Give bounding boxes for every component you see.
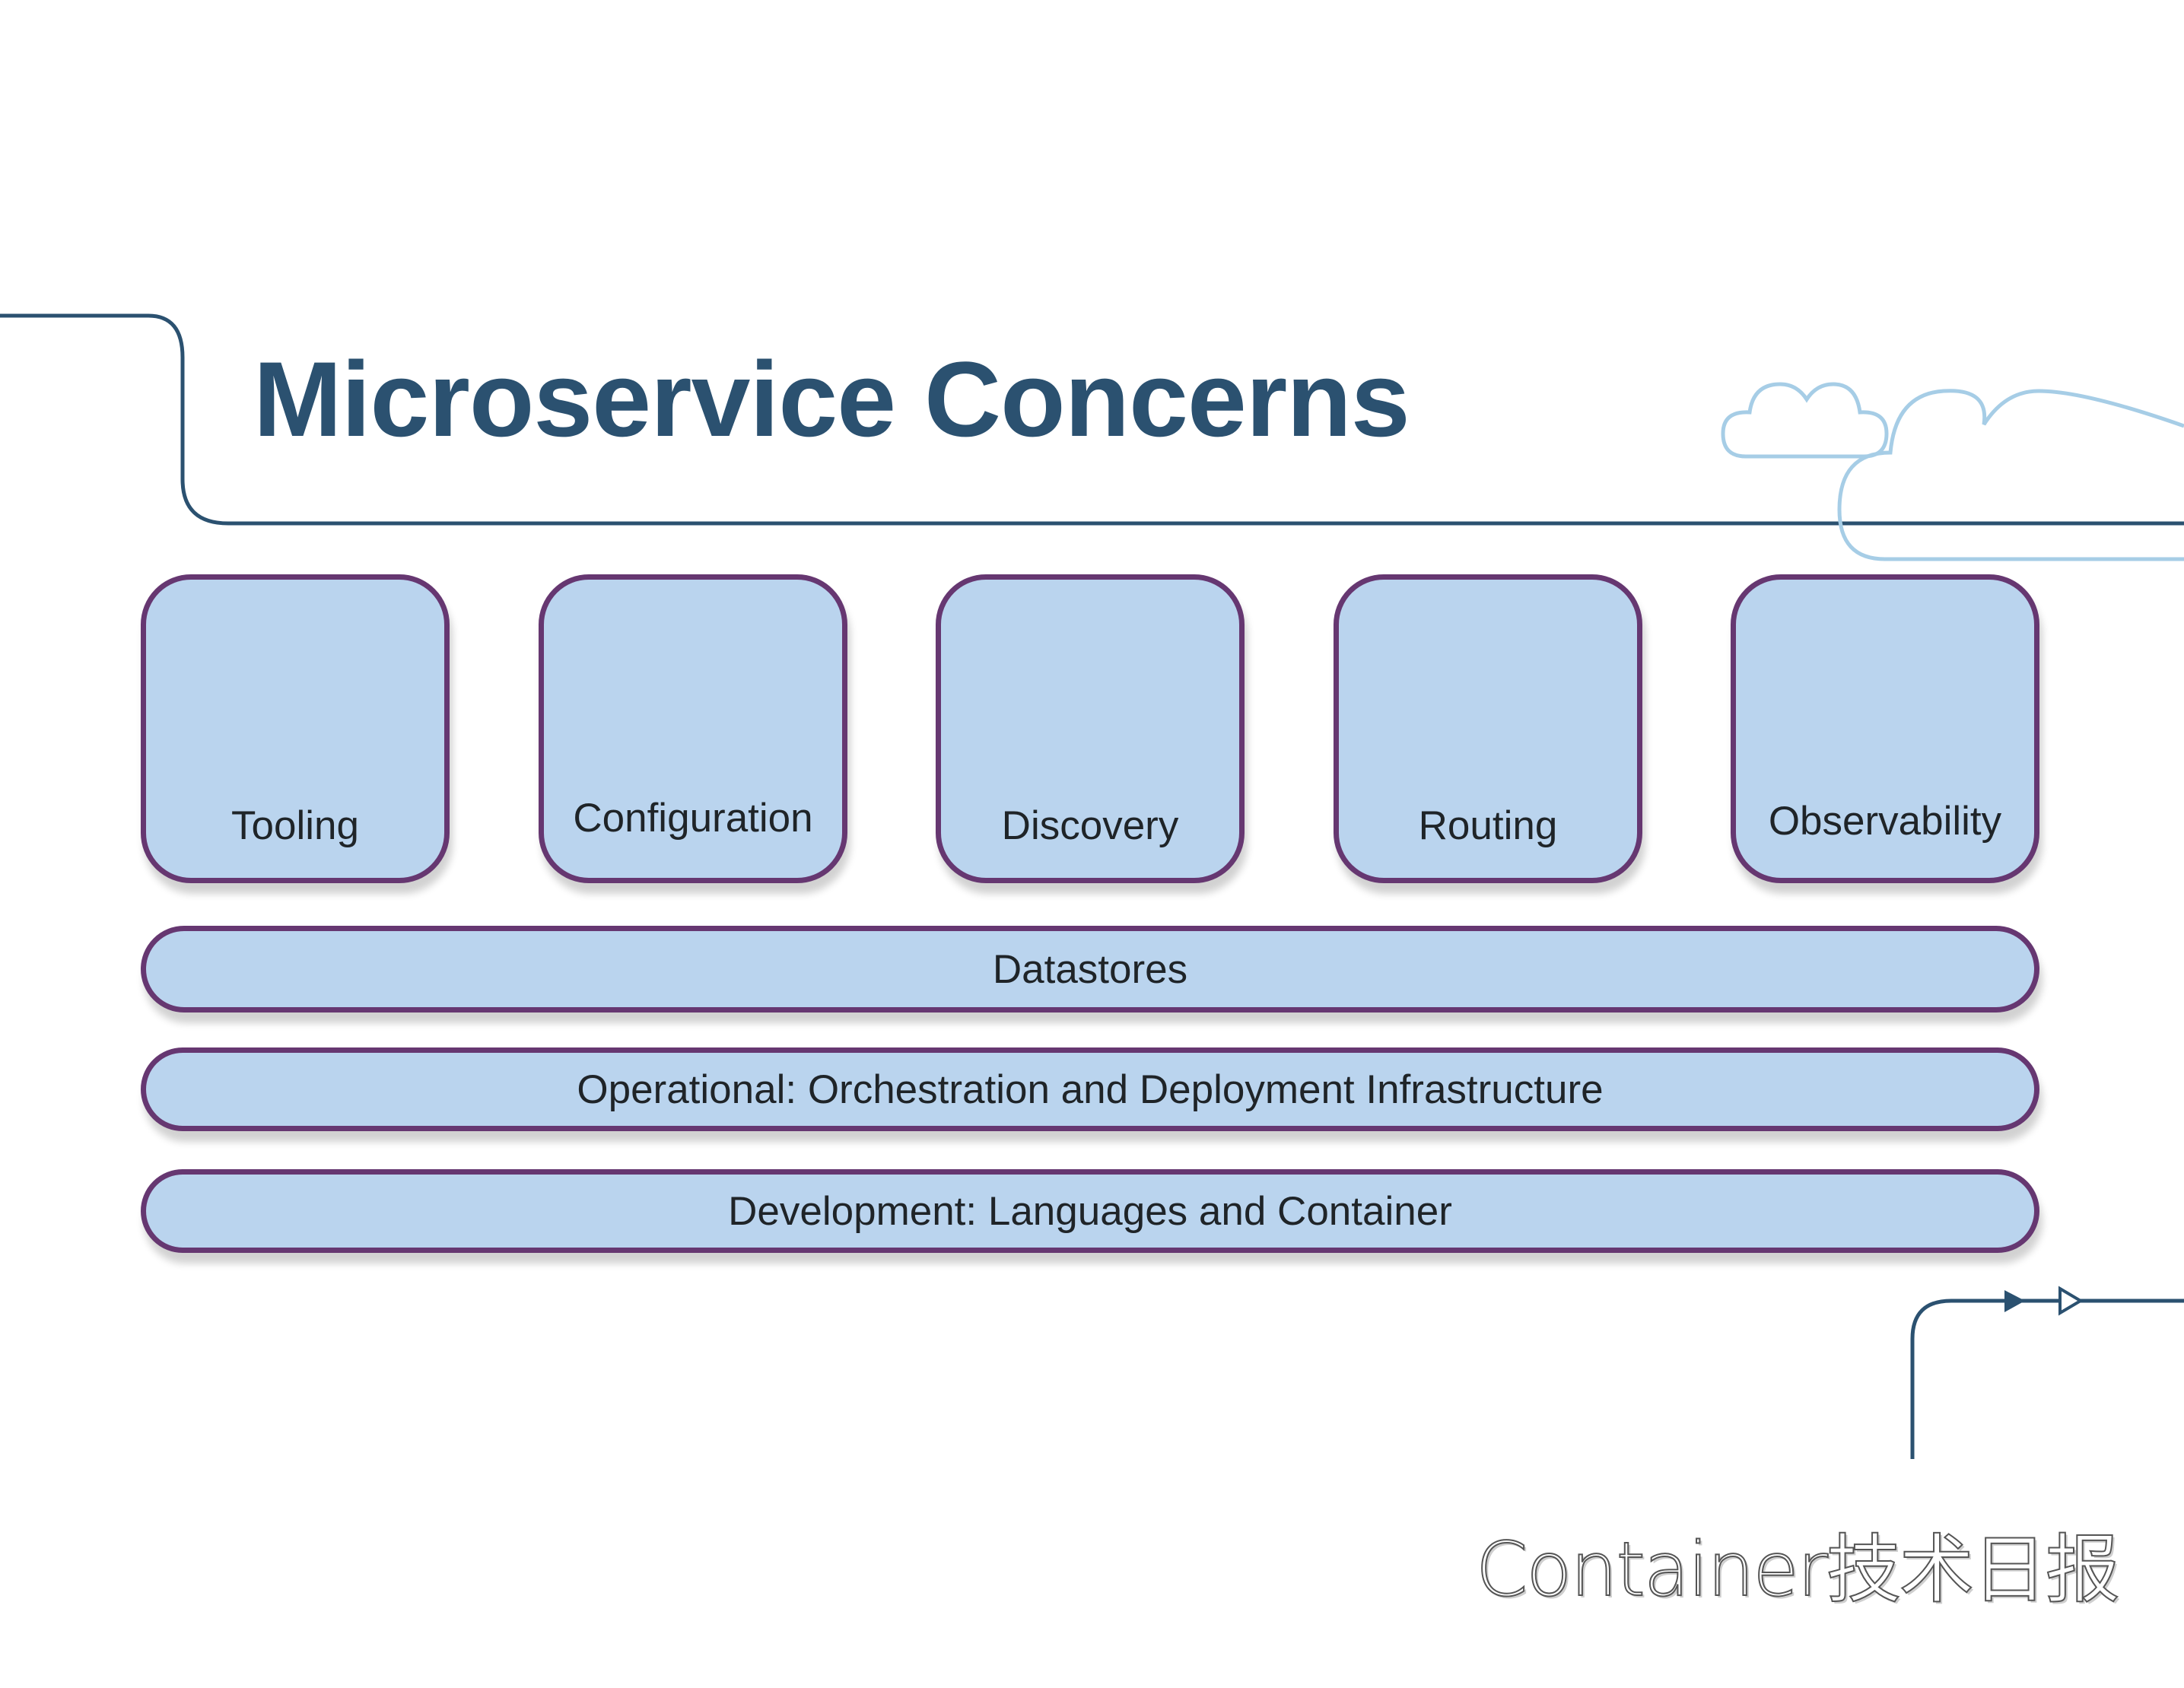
- layer-label: Development: Languages and Container: [728, 1188, 1452, 1234]
- cloud-icon: [1837, 389, 2184, 561]
- concern-box-routing: Routing: [1334, 574, 1642, 883]
- slide-title: Microservice Concerns: [253, 339, 1410, 459]
- concern-label: Tooling: [231, 803, 359, 848]
- watermark: Container技术日报: [1475, 1527, 2121, 1613]
- arrow-hollow-icon: [2058, 1286, 2084, 1316]
- connector-line: [1910, 1299, 2184, 1459]
- cloud-icon: [1721, 382, 1889, 459]
- layer-label: Datastores: [992, 946, 1188, 992]
- layer-label: Operational: Orchestration and Deploymen…: [577, 1067, 1604, 1112]
- arrow-filled-icon: [2004, 1290, 2025, 1312]
- concern-label: Observability: [1768, 799, 2002, 844]
- layer-operational: Operational: Orchestration and Deploymen…: [141, 1047, 2039, 1131]
- concern-label: Configuration: [573, 796, 813, 841]
- concern-label: Routing: [1418, 803, 1558, 848]
- layer-development: Development: Languages and Container: [141, 1169, 2039, 1253]
- layer-datastores: Datastores: [141, 926, 2039, 1012]
- concern-label: Discovery: [1001, 803, 1179, 848]
- concern-box-tooling: Tooling: [141, 574, 450, 883]
- concern-box-discovery: Discovery: [936, 574, 1245, 883]
- concern-box-configuration: Configuration: [539, 574, 847, 883]
- concern-box-observability: Observability: [1731, 574, 2039, 883]
